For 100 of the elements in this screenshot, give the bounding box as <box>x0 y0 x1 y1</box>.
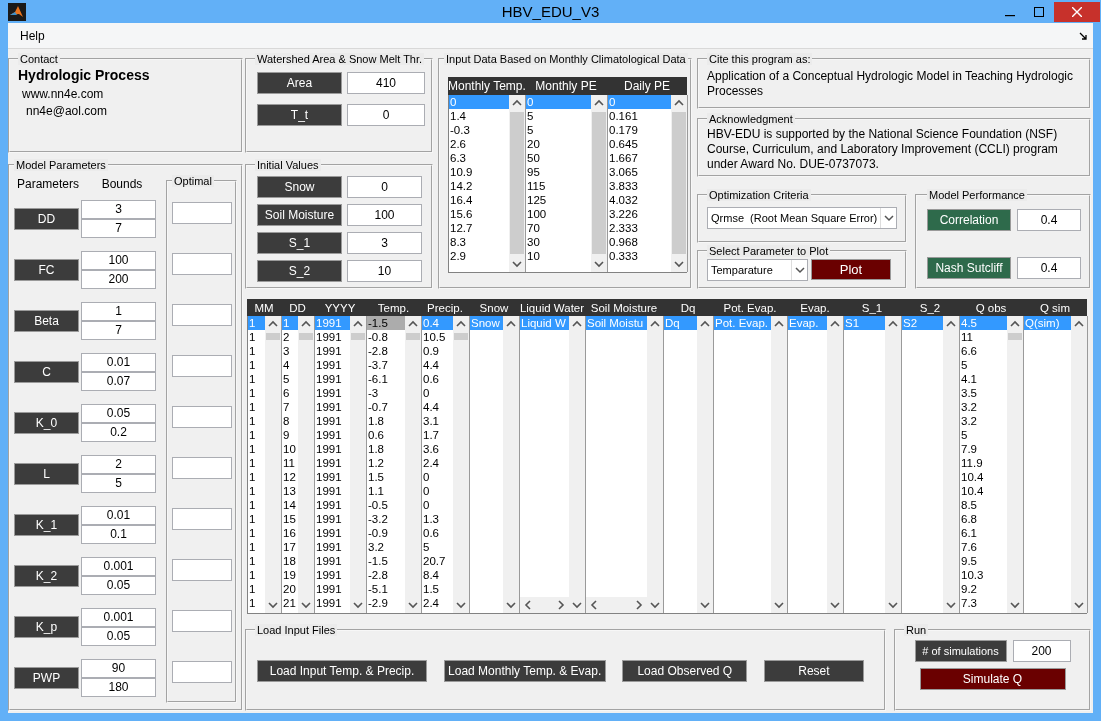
parameter-button[interactable]: C <box>14 360 79 383</box>
lower-bound-field[interactable]: 2 <box>81 454 156 474</box>
vertical-scrollbar[interactable] <box>827 316 843 613</box>
list-box[interactable]: 1 1 1 1 1 1 1 1 1 1 1 1 1 1 1 1 1 1 1 1 1 <box>248 316 282 613</box>
vertical-scrollbar[interactable] <box>453 316 469 613</box>
list-item[interactable]: 1991 <box>315 582 350 596</box>
parameter-button[interactable]: Area <box>257 72 342 94</box>
vertical-scrollbar[interactable] <box>1071 316 1087 613</box>
optimal-field[interactable] <box>171 609 232 632</box>
vertical-scrollbar[interactable] <box>298 316 314 613</box>
list-item[interactable]: 20 <box>282 582 298 596</box>
list-item[interactable]: -3 <box>367 386 405 400</box>
metric-button[interactable]: Nash Sutcliff <box>927 257 1011 279</box>
list-item[interactable]: 17 <box>282 540 298 554</box>
list-item[interactable]: 1991 <box>315 484 350 498</box>
parameter-button[interactable]: K_1 <box>14 513 79 536</box>
list-item[interactable]: 20 <box>526 137 591 151</box>
list-item[interactable]: 9 <box>282 428 298 442</box>
list-item[interactable]: 0 <box>422 386 453 400</box>
vertical-scrollbar[interactable] <box>509 95 525 272</box>
list-item[interactable]: 10.4 <box>960 484 1007 498</box>
list-item[interactable]: 6 <box>282 386 298 400</box>
list-item[interactable]: 1991 <box>315 568 350 582</box>
vertical-scrollbar[interactable] <box>1007 316 1023 613</box>
list-box[interactable]: -1.5 -0.8 -2.8 -3.7 -6.1 -3 -0.7 1.8 0.6 1.8 1.2 1.5 1.1 -0.5 -3.2 -0.9 3.2 -1.5 -2.8 -5.1 -2.9 <box>367 316 422 613</box>
list-item[interactable]: 1 <box>248 526 265 540</box>
list-item[interactable]: -2.8 <box>367 344 405 358</box>
list-item[interactable]: 0.333 <box>608 249 671 263</box>
list-item[interactable]: 12.7 <box>449 221 509 235</box>
list-item[interactable]: 1.7 <box>422 428 453 442</box>
list-box[interactable]: 0.4 10.5 0.9 4.4 0.6 0 4.4 3.1 1.7 3.6 2.4 0 0 0 1.3 0.6 5 20.7 8.4 1.5 2.4 <box>422 316 470 613</box>
list-item[interactable]: -2.9 <box>367 596 405 610</box>
list-item[interactable]: 5 <box>526 109 591 123</box>
list-item[interactable]: 7.9 <box>960 442 1007 456</box>
list-item[interactable]: 1 <box>248 330 265 344</box>
list-item[interactable]: -5.1 <box>367 582 405 596</box>
list-item[interactable]: -3.7 <box>367 358 405 372</box>
list-item[interactable]: 10 <box>526 249 591 263</box>
list-item[interactable]: 1.5 <box>422 582 453 596</box>
list-item[interactable]: 1 <box>248 372 265 386</box>
list-box[interactable]: 4.5 11 6.6 5 4.1 3.5 3.2 3.2 5 7.9 11.9 10.4 10.4 8.5 6.8 6.1 7.6 9.5 10.3 9.2 7.3 <box>960 316 1024 613</box>
list-item[interactable]: 1991 <box>315 372 350 386</box>
list-item[interactable]: 115 <box>526 179 591 193</box>
list-item[interactable]: 4 <box>282 358 298 372</box>
simulate-button[interactable]: Simulate Q <box>919 668 1066 690</box>
optimal-field[interactable] <box>171 405 232 428</box>
list-item[interactable]: 1 <box>248 400 265 414</box>
lower-bound-field[interactable]: 0.001 <box>81 556 156 576</box>
list-item[interactable]: 1.8 <box>367 414 405 428</box>
lower-bound-field[interactable]: 0.01 <box>81 352 156 372</box>
optimal-field[interactable] <box>171 558 232 581</box>
optimal-field[interactable] <box>171 507 232 530</box>
list-item[interactable]: 21 <box>282 596 298 610</box>
vertical-scrollbar[interactable] <box>265 316 281 613</box>
optimal-field[interactable] <box>171 660 232 683</box>
list-item[interactable]: 2.6 <box>449 137 509 151</box>
load-button[interactable]: Load Observed Q <box>622 660 748 682</box>
vertical-scrollbar[interactable] <box>671 95 687 272</box>
dock-arrow-icon[interactable] <box>1079 31 1087 40</box>
list-item[interactable]: 0.161 <box>608 109 671 123</box>
list-item[interactable]: 1 <box>248 540 265 554</box>
list-item[interactable]: 10.4 <box>960 470 1007 484</box>
parameter-button[interactable]: FC <box>14 258 79 281</box>
email-link[interactable]: nn4e@aol.com <box>26 104 233 118</box>
list-item[interactable]: 0.179 <box>608 123 671 137</box>
value-field[interactable]: 0 <box>347 104 425 126</box>
list-item[interactable]: 1991 <box>315 386 350 400</box>
list-item[interactable]: 1 <box>248 414 265 428</box>
list-item[interactable]: 1991 <box>315 428 350 442</box>
list-item[interactable]: 3.065 <box>608 165 671 179</box>
list-item[interactable]: 1.2 <box>367 456 405 470</box>
list-item[interactable]: 8.3 <box>449 235 509 249</box>
lower-bound-field[interactable]: 1 <box>81 301 156 321</box>
list-item[interactable]: 0 <box>422 470 453 484</box>
list-item[interactable]: 1.4 <box>449 109 509 123</box>
list-item[interactable]: 5 <box>960 358 1007 372</box>
list-box[interactable]: 0 1.4 -0.3 2.6 6.3 10.9 14.2 16.4 15.6 12.7 8.3 2.9 <box>449 95 526 272</box>
list-item[interactable]: 0 <box>422 498 453 512</box>
list-item[interactable]: 1 <box>248 554 265 568</box>
list-item[interactable]: -0.8 <box>367 330 405 344</box>
parameter-button[interactable]: K_2 <box>14 564 79 587</box>
list-item[interactable]: 1 <box>248 498 265 512</box>
list-item[interactable]: 4.032 <box>608 193 671 207</box>
scrollbar-thumb[interactable] <box>406 333 420 340</box>
list-item[interactable]: 2.4 <box>422 596 453 610</box>
list-item[interactable]: 14.2 <box>449 179 509 193</box>
list-item[interactable]: 7.6 <box>960 540 1007 554</box>
value-field[interactable]: 0 <box>347 176 422 198</box>
list-item[interactable]: -0.5 <box>367 498 405 512</box>
list-item[interactable]: 1.667 <box>608 151 671 165</box>
load-button[interactable]: Load Input Temp. & Precip. <box>257 660 427 682</box>
list-item[interactable]: 1 <box>248 568 265 582</box>
metric-button[interactable]: Correlation <box>927 209 1011 231</box>
value-field[interactable]: 100 <box>347 204 422 226</box>
horizontal-scrollbar[interactable] <box>520 597 569 613</box>
list-item[interactable]: 1991 <box>315 442 350 456</box>
scrollbar-thumb[interactable] <box>592 112 606 254</box>
parameter-button[interactable]: S_2 <box>257 260 342 282</box>
list-item[interactable]: -2.8 <box>367 568 405 582</box>
list-box[interactable]: 0 5 5 20 50 95 115 125 100 70 30 10 <box>526 95 608 272</box>
